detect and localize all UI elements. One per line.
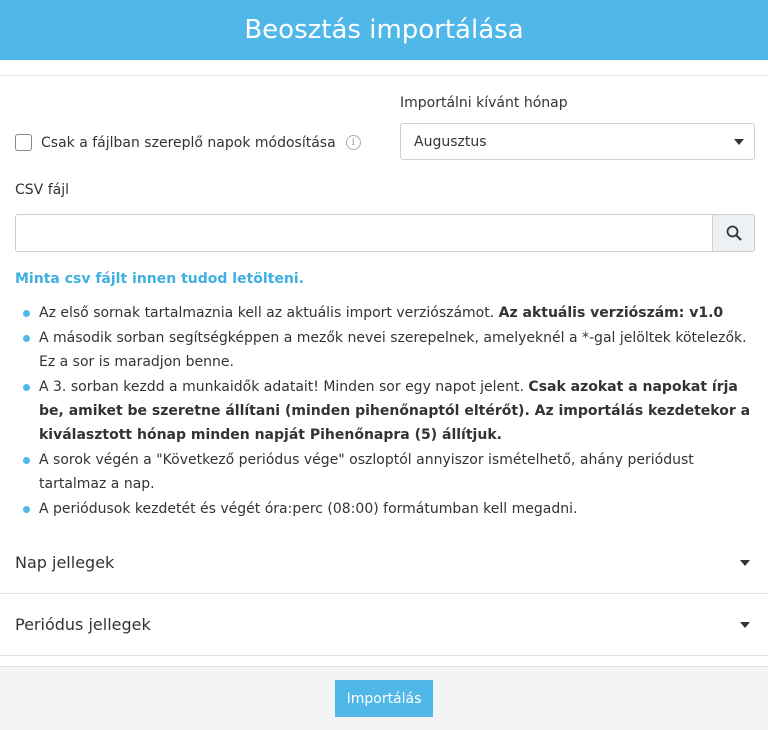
accordion-period-types[interactable]: Periódus jellegek — [0, 594, 768, 656]
page-title: Beosztás importálása — [244, 15, 524, 45]
chevron-down-icon — [740, 622, 750, 628]
month-label: Importálni kívánt hónap — [400, 95, 568, 111]
accordion-day-types[interactable]: Nap jellegek — [0, 532, 768, 594]
only-file-days-label: Csak a fájlban szereplő napok módosítása — [41, 134, 336, 151]
import-button[interactable]: Importálás — [335, 680, 433, 717]
header-divider — [0, 60, 768, 76]
options-row: Csak a fájlban szereplő napok módosítása… — [0, 76, 768, 176]
accordion-label: Nap jellegek — [15, 553, 115, 572]
search-icon — [726, 225, 741, 241]
import-rules-list: Az első sornak tartalmaznia kell az aktu… — [23, 301, 751, 521]
browse-button[interactable] — [712, 214, 755, 252]
accordion-label: Periódus jellegek — [15, 615, 151, 634]
list-item: Az első sornak tartalmaznia kell az aktu… — [23, 301, 751, 325]
list-item: A 3. sorban kezdd a munkaidők adatait! M… — [23, 375, 751, 447]
month-select[interactable]: Augusztus — [400, 123, 755, 160]
chevron-down-icon — [740, 560, 750, 566]
csv-label: CSV fájl — [15, 182, 69, 198]
page-header: Beosztás importálása — [0, 0, 768, 60]
list-item: A második sorban segítségképpen a mezők … — [23, 326, 751, 374]
csv-file-picker — [15, 214, 755, 252]
footer-bar: Importálás — [0, 666, 768, 730]
month-selected-value: Augusztus — [414, 133, 487, 150]
list-item: A sorok végén a "Következő periódus vége… — [23, 448, 751, 496]
list-item: A periódusok kezdetét és végét óra:perc … — [23, 497, 751, 521]
csv-file-input[interactable] — [15, 214, 712, 252]
only-file-days-checkbox[interactable] — [15, 134, 32, 151]
info-icon[interactable]: i — [345, 135, 361, 150]
sample-csv-link[interactable]: Minta csv fájlt innen tudod letölteni. — [15, 271, 768, 291]
only-file-days-option[interactable]: Csak a fájlban szereplő napok módosítása… — [15, 134, 361, 151]
chevron-down-icon — [734, 139, 744, 145]
